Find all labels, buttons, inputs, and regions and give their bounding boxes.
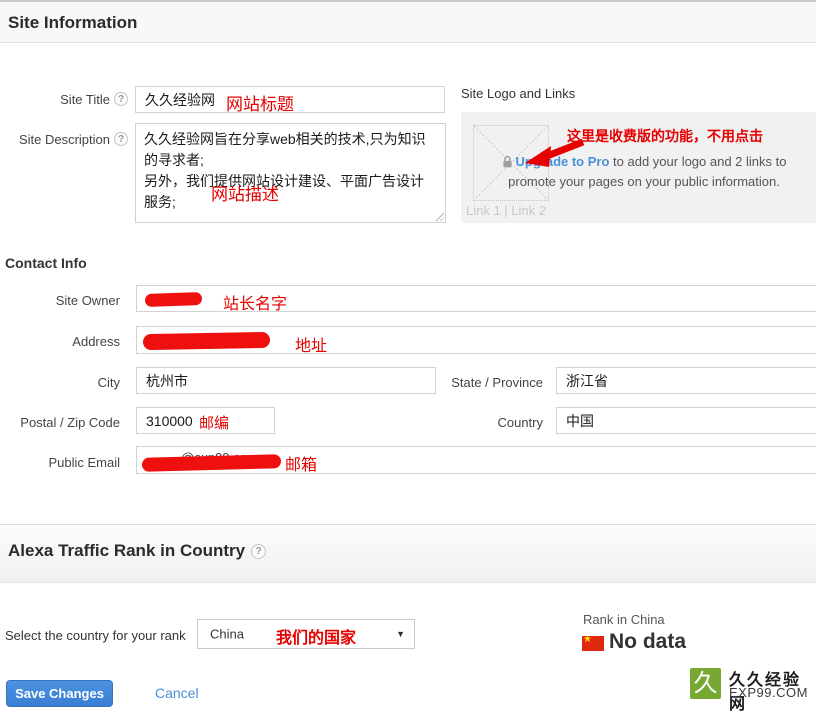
alexa-rank-heading-row: Alexa Traffic Rank in Country ? xyxy=(0,525,816,561)
site-logo-label-row: Site Logo and Links xyxy=(461,85,575,101)
state-label-row: State / Province xyxy=(443,374,543,390)
rank-value: No data xyxy=(609,630,686,654)
country-label-row: Country xyxy=(443,414,543,430)
site-settings-page: Site Information Site Title ? 网站标题 Site … xyxy=(0,0,816,712)
public-email-field-wrap: @exp99.com 邮箱 xyxy=(136,446,816,474)
flag-star-icon: ★ xyxy=(583,636,592,645)
help-icon[interactable]: ? xyxy=(114,132,128,146)
state-label: State / Province xyxy=(451,375,543,390)
country-input[interactable] xyxy=(557,408,816,433)
address-label-row: Address xyxy=(0,333,120,349)
rank-select-label-row: Select the country for your rank xyxy=(5,627,186,643)
lock-icon xyxy=(502,155,513,168)
site-logo-label: Site Logo and Links xyxy=(461,86,575,101)
state-field-wrap xyxy=(556,367,816,394)
site-description-textarea[interactable]: 久久经验网旨在分享web相关的技术,只为知识的寻求者; 另外，我们提供网站设计建… xyxy=(135,123,446,223)
postal-label-row: Postal / Zip Code xyxy=(0,414,120,430)
alexa-rank-section-header: Alexa Traffic Rank in Country ? xyxy=(0,524,816,583)
city-label-row: City xyxy=(0,374,120,390)
country-select-annotation: 我们的国家 xyxy=(276,624,356,648)
site-description-label-row: Site Description ? xyxy=(0,131,128,147)
site-description-text: 久久经验网旨在分享web相关的技术,只为知识的寻求者; 另外，我们提供网站设计建… xyxy=(144,129,437,213)
help-icon[interactable]: ? xyxy=(114,92,128,106)
city-input[interactable] xyxy=(137,368,435,393)
save-button[interactable]: Save Changes xyxy=(6,680,113,707)
city-label: City xyxy=(98,375,120,390)
site-owner-input[interactable] xyxy=(137,286,816,311)
country-label: Country xyxy=(497,415,543,430)
site-title-field-wrap: 网站标题 xyxy=(135,86,445,113)
city-field-wrap xyxy=(136,367,436,394)
rank-select-label: Select the country for your rank xyxy=(5,628,186,643)
rank-in-country-label: Rank in China xyxy=(583,612,665,627)
alexa-rank-heading: Alexa Traffic Rank in Country xyxy=(8,541,245,561)
public-email-label: Public Email xyxy=(48,455,120,470)
site-owner-field-wrap: 站长名字 xyxy=(136,285,816,312)
address-label: Address xyxy=(72,334,120,349)
redaction-scribble xyxy=(145,292,202,307)
brand-logo-icon: 久 xyxy=(690,668,721,699)
site-description-label: Site Description xyxy=(19,132,110,147)
site-owner-label: Site Owner xyxy=(56,293,120,308)
redaction-scribble xyxy=(143,332,270,350)
postal-input[interactable] xyxy=(137,408,274,433)
state-input[interactable] xyxy=(557,368,816,393)
country-field-wrap xyxy=(556,407,816,434)
address-field-wrap: 地址 xyxy=(136,326,816,354)
postal-field-wrap: 邮编 xyxy=(136,407,275,434)
chevron-down-icon: ▼ xyxy=(396,629,405,639)
public-email-label-row: Public Email xyxy=(0,454,120,470)
site-title-label-row: Site Title ? xyxy=(0,91,128,107)
page-title: Site Information xyxy=(0,2,816,43)
contact-info-heading: Contact Info xyxy=(5,255,87,271)
site-title-label: Site Title xyxy=(60,92,110,107)
country-select-value: China xyxy=(210,627,244,642)
china-flag-icon: ★ xyxy=(582,636,604,651)
link-placeholders: Link 1 | Link 2 xyxy=(466,203,546,218)
page-header: Site Information xyxy=(0,0,816,43)
site-title-input[interactable] xyxy=(136,87,444,112)
site-logo-promo-box: Upgrade to Pro to add your logo and 2 li… xyxy=(461,112,816,223)
postal-label: Postal / Zip Code xyxy=(20,415,120,430)
brand-domain: EXP99.COM xyxy=(729,685,808,700)
cancel-link[interactable]: Cancel xyxy=(155,685,199,701)
red-arrow-icon xyxy=(523,136,587,170)
upgrade-annotation: 这里是收费版的功能，不用点击 xyxy=(567,126,763,146)
country-select[interactable]: China 我们的国家 ▼ xyxy=(197,619,415,649)
help-icon[interactable]: ? xyxy=(251,544,266,559)
site-owner-label-row: Site Owner xyxy=(0,292,120,308)
